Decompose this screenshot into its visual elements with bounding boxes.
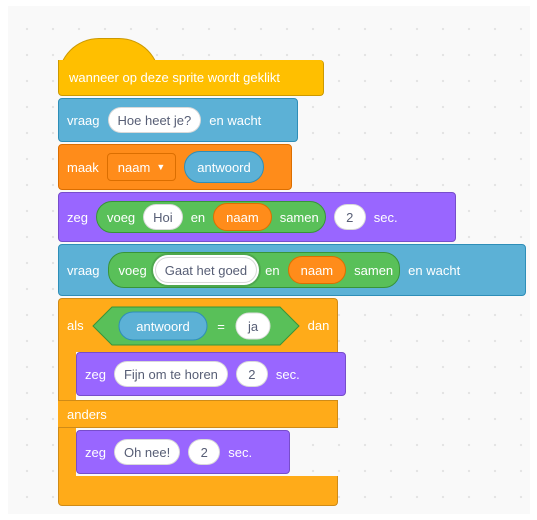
else-label: anders <box>67 406 107 422</box>
then-label: dan <box>307 318 330 333</box>
variable-dropdown[interactable]: naam ▼ <box>106 153 177 181</box>
name-variable-reporter[interactable]: naam <box>213 203 272 231</box>
if-label: als <box>67 318 84 333</box>
say-verb: zeg <box>67 209 88 225</box>
say-for-secs-block[interactable]: zeg voeg Hoi en naam samen 2 sec. <box>58 192 456 242</box>
seconds-input[interactable]: 2 <box>333 204 366 230</box>
set-variable-block[interactable]: maak naam ▼ antwoord <box>58 144 292 190</box>
when-sprite-clicked-block[interactable]: wanneer op deze sprite wordt geklikt <box>58 60 324 96</box>
join-text-input[interactable]: Hoi <box>143 204 183 230</box>
join-text-input[interactable]: Gaat het goed <box>154 257 258 283</box>
equals-condition[interactable]: antwoord = ja <box>91 306 300 346</box>
seconds-label: sec. <box>228 444 253 460</box>
variable-name: naam <box>117 159 151 175</box>
seconds-input[interactable]: 2 <box>188 439 221 465</box>
set-verb: maak <box>67 159 99 175</box>
say-for-secs-block[interactable]: zeg Fijn om te horen 2 sec. <box>76 352 346 396</box>
say-verb: zeg <box>85 366 106 382</box>
ask-verb: vraag <box>67 112 100 128</box>
ask-suffix: en wacht <box>209 112 262 128</box>
ask-and-wait-block[interactable]: vraag Hoe heet je? en wacht <box>58 98 298 142</box>
answer-reporter-label: antwoord <box>197 159 251 175</box>
say-for-secs-block[interactable]: zeg Oh nee! 2 sec. <box>76 430 290 474</box>
hat-label: wanneer op deze sprite wordt geklikt <box>69 70 281 85</box>
join-suffix: samen <box>354 262 394 278</box>
ask-suffix: en wacht <box>408 262 461 278</box>
join-reporter[interactable]: voeg Gaat het goed en naam samen <box>107 252 401 288</box>
question-input[interactable]: Hoe heet je? <box>107 107 202 133</box>
condition-left: antwoord <box>136 319 189 334</box>
say-verb: zeg <box>85 444 106 460</box>
seconds-label: sec. <box>275 366 300 382</box>
name-variable-reporter[interactable]: naam <box>287 256 347 284</box>
answer-reporter[interactable]: antwoord <box>184 151 264 183</box>
condition-operator: = <box>217 319 225 334</box>
join-and-label: en <box>190 209 206 225</box>
message-input[interactable]: Fijn om te horen <box>113 361 228 387</box>
condition-right: ja <box>247 319 259 334</box>
ask-verb: vraag <box>67 262 100 278</box>
seconds-label: sec. <box>373 209 398 225</box>
dropdown-caret-icon: ▼ <box>156 162 166 172</box>
message-input[interactable]: Oh nee! <box>113 439 181 465</box>
if-else-block[interactable]: als antwoord = ja dan <box>58 298 338 352</box>
if-else-footer[interactable] <box>58 476 338 506</box>
join-label: voeg <box>106 209 136 225</box>
else-section[interactable]: anders <box>58 400 338 428</box>
ask-and-wait-block[interactable]: vraag voeg Gaat het goed en naam samen e… <box>58 244 526 296</box>
join-reporter[interactable]: voeg Hoi en naam samen <box>95 201 326 233</box>
join-label: voeg <box>118 262 147 278</box>
seconds-input[interactable]: 2 <box>235 361 268 387</box>
join-suffix: samen <box>279 209 319 225</box>
join-and-label: en <box>265 262 280 278</box>
